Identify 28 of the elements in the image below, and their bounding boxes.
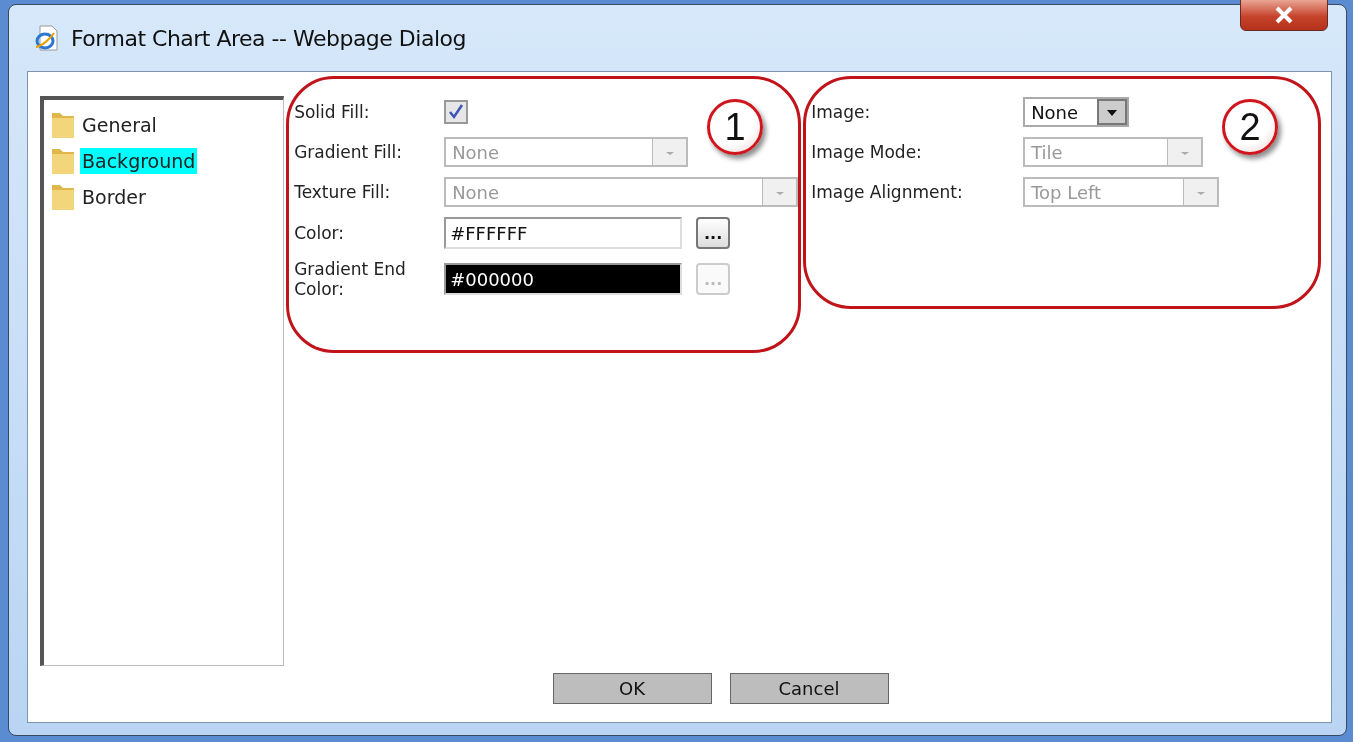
number-badge: 1 — [707, 99, 764, 155]
folder-icon — [50, 182, 76, 212]
tree-item[interactable]: General — [80, 112, 159, 138]
tree-item[interactable]: Background — [80, 148, 198, 174]
field-label: Image Alignment: — [811, 182, 964, 202]
number-badge: 2 — [1222, 99, 1279, 155]
color-field[interactable]: #FFFFFF — [444, 217, 683, 249]
field-label: Solid Fill: — [294, 102, 371, 122]
field-label: Image: — [811, 102, 872, 122]
ok-button[interactable]: OK — [552, 673, 712, 704]
field-label: Gradient End Color: — [294, 259, 407, 299]
field-label: Color: — [294, 223, 345, 243]
browser-icon — [35, 25, 59, 51]
field-label: Image Mode: — [811, 142, 923, 162]
close-icon — [1274, 6, 1294, 24]
dropdown[interactable]: None — [1023, 97, 1130, 127]
folder-icon — [50, 146, 76, 176]
color-picker-button[interactable]: ... — [696, 217, 731, 249]
window-title: Format Chart Area -- Webpage Dialog — [71, 25, 466, 51]
field-label: Texture Fill: — [294, 182, 392, 202]
dropdown-arrow-icon — [1105, 107, 1120, 117]
field-label: Gradient Fill: — [294, 142, 403, 162]
folder-icon — [50, 110, 76, 140]
solid-fill-checkbox[interactable] — [444, 100, 469, 124]
close-button[interactable] — [1240, 0, 1328, 31]
tree-item[interactable]: Border — [80, 184, 148, 210]
cancel-button[interactable]: Cancel — [729, 673, 889, 704]
check-icon — [447, 103, 466, 121]
